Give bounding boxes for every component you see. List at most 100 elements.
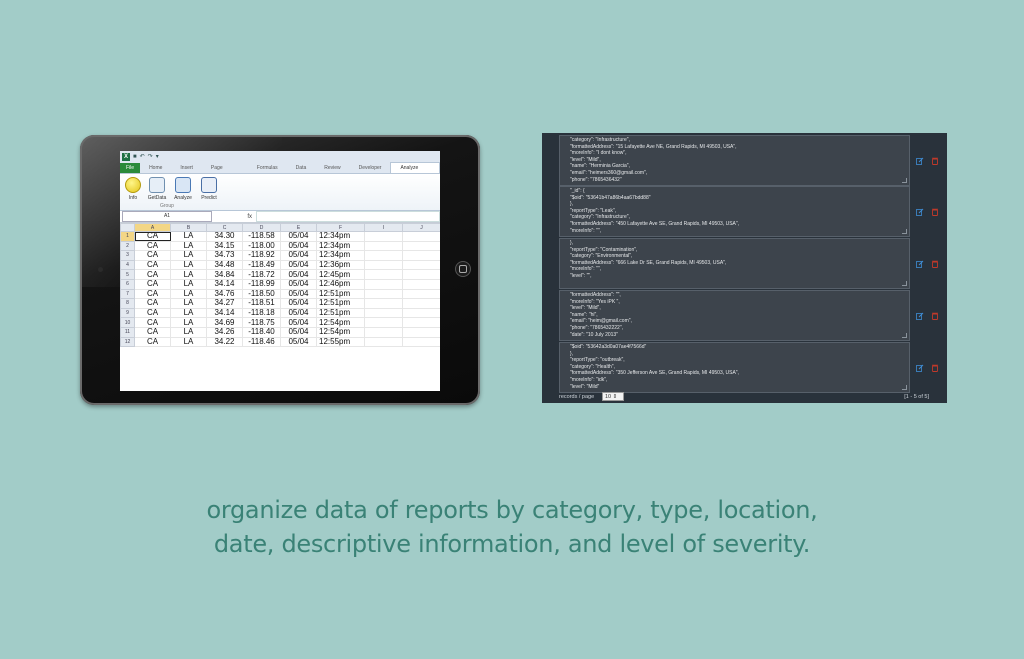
tab-page-layout[interactable]: Page Layout (202, 163, 248, 181)
name-box[interactable]: A1 (122, 211, 212, 222)
tab-developer[interactable]: Developer (350, 163, 391, 173)
table-cell[interactable]: 34.14 (206, 308, 243, 319)
table-cell[interactable]: 05/04 (280, 289, 317, 300)
table-cell[interactable]: 12:54pm (316, 327, 365, 338)
table-cell[interactable]: 05/04 (280, 327, 317, 338)
table-cell[interactable]: 05/04 (280, 279, 317, 290)
table-cell[interactable]: LA (170, 327, 207, 338)
table-cell[interactable]: 34.26 (206, 327, 243, 338)
resize-grip-icon[interactable] (902, 385, 907, 390)
row-header[interactable]: 3 (120, 250, 135, 261)
delete-icon[interactable] (931, 208, 939, 216)
table-cell[interactable]: 05/04 (280, 260, 317, 271)
table-cell[interactable]: 34.76 (206, 289, 243, 300)
table-cell[interactable]: -118.99 (242, 279, 281, 290)
table-cell[interactable]: LA (170, 231, 207, 242)
select-all-corner[interactable] (120, 223, 135, 232)
table-cell[interactable]: 12:34pm (316, 241, 365, 252)
table-cell[interactable]: -118.46 (242, 337, 281, 348)
record-card[interactable]: "$oid": "53642a3d0a07ae4f7566d"}, "report… (559, 342, 910, 393)
table-cell[interactable]: 34.14 (206, 279, 243, 290)
table-cell[interactable]: 05/04 (280, 317, 317, 328)
edit-icon[interactable] (916, 260, 924, 268)
table-cell[interactable] (364, 308, 403, 319)
table-cell[interactable]: 34.30 (206, 231, 243, 242)
edit-icon[interactable] (916, 157, 924, 165)
table-cell[interactable]: 34.69 (206, 317, 243, 328)
info-button[interactable]: Info (122, 177, 144, 201)
table-cell[interactable]: 12:46pm (316, 279, 365, 290)
table-cell[interactable]: -118.18 (242, 308, 281, 319)
table-cell[interactable]: CA (134, 298, 171, 309)
table-cell[interactable]: 05/04 (280, 298, 317, 309)
column-header[interactable]: E (280, 223, 317, 232)
save-icon[interactable]: ■ (133, 154, 137, 160)
tab-analyze-data[interactable]: Analyze Data (390, 162, 440, 181)
row-header[interactable]: 11 (120, 326, 135, 338)
table-cell[interactable]: 12:36pm (316, 260, 365, 271)
table-cell[interactable]: 12:51pm (316, 308, 365, 319)
column-header[interactable]: B (170, 223, 207, 232)
customize-icon[interactable]: ▾ (156, 153, 159, 160)
column-header[interactable]: I (364, 223, 403, 232)
column-header[interactable]: A (134, 223, 171, 232)
redo-icon[interactable]: ↷ (148, 153, 153, 160)
table-cell[interactable]: LA (170, 289, 207, 300)
table-cell[interactable]: 05/04 (280, 337, 317, 348)
records-per-page-select[interactable]: 10 ⇕ (602, 392, 624, 401)
table-cell[interactable]: 12:34pm (316, 250, 365, 261)
tab-review[interactable]: Review (315, 163, 349, 173)
table-cell[interactable] (402, 317, 440, 328)
row-header[interactable]: 4 (120, 259, 135, 271)
table-cell[interactable] (364, 250, 403, 261)
edit-icon[interactable] (916, 208, 924, 216)
row-header[interactable]: 2 (120, 240, 135, 252)
table-cell[interactable] (364, 298, 403, 309)
table-cell[interactable]: 34.15 (206, 241, 243, 252)
delete-icon[interactable] (931, 260, 939, 268)
table-cell[interactable]: CA (134, 337, 171, 348)
edit-icon[interactable] (916, 312, 924, 320)
table-cell[interactable]: -118.51 (242, 298, 281, 309)
table-cell[interactable]: 34.27 (206, 298, 243, 309)
home-button[interactable] (455, 261, 471, 277)
tab-insert[interactable]: Insert (171, 163, 202, 173)
table-cell[interactable]: -118.00 (242, 241, 281, 252)
table-cell[interactable] (364, 337, 403, 348)
table-cell[interactable]: 12:55pm (316, 337, 365, 348)
table-cell[interactable] (402, 327, 440, 338)
table-cell[interactable] (364, 279, 403, 290)
table-cell[interactable]: -118.72 (242, 269, 281, 280)
table-cell[interactable] (364, 241, 403, 252)
delete-icon[interactable] (931, 157, 939, 165)
table-cell[interactable]: 34.48 (206, 260, 243, 271)
table-cell[interactable]: CA (134, 327, 171, 338)
formula-input[interactable] (256, 211, 440, 222)
table-cell[interactable]: LA (170, 317, 207, 328)
tab-home[interactable]: Home (140, 163, 171, 173)
table-cell[interactable] (402, 260, 440, 271)
column-header[interactable]: D (242, 223, 281, 232)
table-cell[interactable]: LA (170, 298, 207, 309)
table-cell[interactable]: -118.92 (242, 250, 281, 261)
table-cell[interactable] (402, 289, 440, 300)
column-header[interactable]: J (402, 223, 440, 232)
row-header[interactable]: 10 (120, 317, 135, 328)
table-cell[interactable]: CA (134, 308, 171, 319)
table-cell[interactable]: LA (170, 279, 207, 290)
table-cell[interactable]: -118.50 (242, 289, 281, 300)
delete-icon[interactable] (931, 312, 939, 320)
table-cell[interactable] (364, 317, 403, 328)
table-cell[interactable] (402, 337, 440, 348)
analyze-button[interactable]: Analyze (172, 177, 194, 201)
table-cell[interactable]: -118.58 (242, 231, 281, 242)
table-cell[interactable]: 12:54pm (316, 317, 365, 328)
table-cell[interactable]: 34.84 (206, 269, 243, 280)
resize-grip-icon[interactable] (902, 229, 907, 234)
table-cell[interactable] (364, 231, 403, 242)
table-cell[interactable] (402, 298, 440, 309)
undo-icon[interactable]: ↶ (140, 153, 145, 160)
table-cell[interactable] (402, 250, 440, 261)
table-cell[interactable] (402, 279, 440, 290)
predict-button[interactable]: Predict (198, 177, 220, 201)
